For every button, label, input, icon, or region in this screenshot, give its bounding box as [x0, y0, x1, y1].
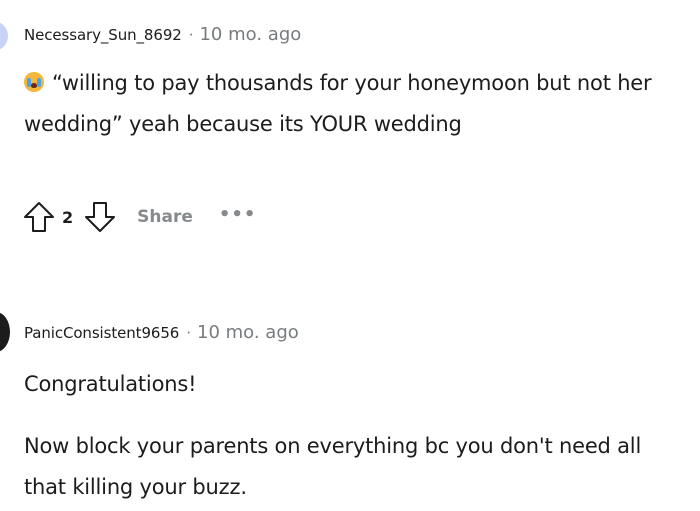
comment-body: “willing to pay thousands for your honey… [24, 63, 664, 145]
downvote-arrow-icon[interactable] [81, 198, 119, 236]
meta-separator: · [188, 26, 194, 44]
upvote-arrow-icon[interactable] [20, 198, 58, 236]
username-link[interactable]: PanicConsistent9656 [24, 324, 179, 342]
comment-text: “willing to pay thousands for your honey… [24, 71, 652, 136]
comment-header: Necessary_Sun_8692 · 10 mo. ago [24, 24, 301, 45]
crying-face-emoji-icon [24, 72, 44, 92]
vote-count: 2 [62, 207, 74, 227]
username-link[interactable]: Necessary_Sun_8692 [24, 26, 182, 44]
share-button[interactable]: Share [137, 207, 193, 227]
timestamp-link[interactable]: 10 mo. ago [197, 322, 299, 343]
comment-action-bar: 2 Share ••• [20, 198, 256, 236]
more-options-button[interactable]: ••• [219, 204, 257, 225]
avatar[interactable] [0, 21, 8, 51]
avatar[interactable] [0, 312, 10, 352]
comment-paragraph: Congratulations! [24, 372, 197, 396]
comment-paragraph: Now block your parents on everything bc … [24, 434, 642, 499]
meta-separator: · [186, 324, 191, 342]
comment-header: PanicConsistent9656 · 10 mo. ago [24, 322, 299, 343]
timestamp-link[interactable]: 10 mo. ago [199, 24, 301, 45]
